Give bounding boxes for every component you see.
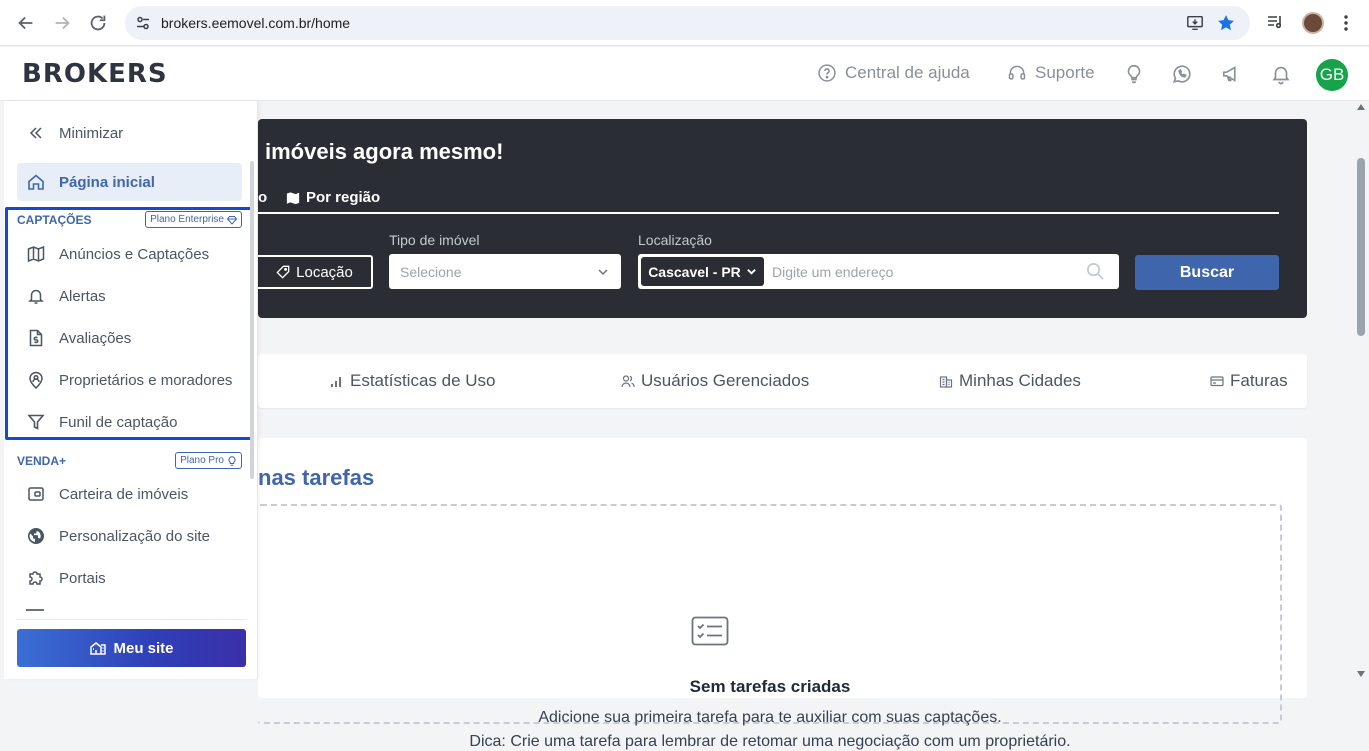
my-site-button[interactable]: Meu site [17,629,246,667]
my-site-label: Meu site [113,639,174,657]
help-center-link[interactable]: Central de ajuda [817,63,970,83]
site-settings-icon[interactable] [135,15,151,31]
sidebar-scrollbar[interactable] [250,161,254,479]
forward-icon[interactable] [51,12,73,34]
question-icon [818,64,836,82]
buildings-icon [939,376,953,388]
browser-profile-avatar[interactable] [1302,12,1324,34]
home-label: Página inicial [59,173,155,191]
support-label: Suporte [1035,63,1095,82]
sidebar: Minimizar Página inicial CAPTAÇÕES Plano… [4,101,258,679]
storefront-icon [90,642,107,655]
checklist-icon [691,616,729,646]
sidebar-item-home[interactable]: Página inicial [17,163,242,201]
minimize-label: Minimizar [59,124,124,142]
sidebar-item-label: Portais [59,569,106,587]
tasks-panel: nas tarefas Sem tarefas criadas Adicione… [258,438,1307,750]
bar-chart-icon [331,377,341,387]
tab-partial[interactable]: o [258,189,267,206]
tag-icon [276,265,290,279]
globe-icon [28,528,44,544]
property-type-label: Tipo de imóvel [389,232,480,248]
back-icon[interactable] [15,12,37,34]
captacoes-highlight-box [5,207,254,440]
rent-button-label: Locação [296,263,353,281]
page-scrollbar[interactable] [1353,101,1369,679]
puzzle-icon [29,571,43,585]
empty-tasks-tip: Dica: Crie uma tarefa para lembrar de re… [469,733,1071,750]
url-text[interactable]: brokers.eemovel.com.br/home [161,15,350,31]
install-app-icon[interactable] [1186,14,1204,32]
rent-button[interactable]: Locação [258,255,373,289]
account-stats-bar: Estatísticas de Uso Usuários Gerenciados… [258,354,1307,408]
support-link[interactable]: Suporte [1007,63,1095,83]
usage-stats-label: Estatísticas de Uso [350,371,496,390]
scroll-thumb[interactable] [1357,158,1365,336]
tasks-heading: nas tarefas [258,465,375,490]
section-venda-header: VENDA+ Plano Pro [17,452,242,470]
users-icon [621,375,635,388]
sidebar-item-portais[interactable]: Portais [17,559,242,597]
brokers-logo[interactable]: BROKERS [22,59,168,89]
my-cities-link[interactable]: Minhas Cidades [939,371,1081,391]
invoices-link[interactable]: Faturas [1210,371,1288,391]
sidebar-item-personalizacao[interactable]: Personalização do site [17,517,242,555]
whatsapp-icon[interactable] [1171,63,1193,85]
usage-stats-link[interactable]: Estatísticas de Uso [330,371,496,391]
map-icon [286,191,300,204]
hero-title: imóveis agora mesmo! [265,139,504,164]
tab-by-region[interactable]: Por região [286,189,380,206]
address-bar[interactable]: brokers.eemovel.com.br/home [125,6,1250,40]
chevron-down-icon [598,269,608,276]
card-icon [1210,376,1224,387]
headset-icon [1008,65,1026,80]
sidebar-minimize[interactable]: Minimizar [17,114,242,152]
scroll-up-arrow[interactable] [1357,104,1365,110]
double-chevron-left-icon [29,127,42,139]
tasks-empty-area: Sem tarefas criadas Adicione sua primeir… [258,504,1282,750]
scroll-down-arrow[interactable] [1357,671,1365,677]
help-center-label: Central de ajuda [845,63,970,82]
user-avatar[interactable]: GB [1316,59,1348,91]
search-hero: imóveis agora mesmo! o Por região Locaçã… [258,119,1307,318]
lightbulb-icon[interactable] [1123,63,1145,85]
browser-menu-icon[interactable] [1338,12,1354,34]
empty-tasks-description: Adicione sua primeira tarefa para te aux… [538,709,1002,726]
tabs-underline [258,212,1279,214]
media-control-icon[interactable] [1266,13,1284,31]
empty-tasks-title: Sem tarefas criadas [689,677,851,696]
sidebar-item-label: Personalização do site [59,527,210,545]
invoices-label: Faturas [1230,371,1288,390]
wallet-icon [28,487,44,501]
section-venda-title: VENDA+ [17,454,67,468]
my-cities-label: Minhas Cidades [959,371,1081,390]
sidebar-divider [17,619,246,620]
chevron-down-icon [746,269,756,275]
managed-users-link[interactable]: Usuários Gerenciados [621,371,809,391]
bookmark-star-icon[interactable] [1216,13,1236,33]
home-icon [28,174,44,190]
property-type-placeholder: Selecione [400,264,462,280]
search-icon[interactable] [1086,262,1105,281]
location-label: Localização [638,232,712,248]
location-field: Cascavel - PR Digite um endereço [638,254,1119,289]
sidebar-item-carteira[interactable]: Carteira de imóveis [17,475,242,513]
managed-users-label: Usuários Gerenciados [641,371,810,390]
plan-pro-label: Plano Pro [180,455,224,466]
address-input[interactable]: Digite um endereço [772,264,893,280]
tab-region-label: Por região [306,189,381,206]
notifications-bell-icon[interactable] [1270,63,1292,85]
sidebar-next-item-peek [26,609,44,611]
plan-pro-badge: Plano Pro [175,452,242,469]
lightbulb-icon [228,455,236,466]
sidebar-item-label: Carteira de imóveis [59,485,189,503]
app-header: BROKERS Central de ajuda Suporte GB [0,47,1369,101]
city-selector[interactable]: Cascavel - PR [641,257,764,286]
property-type-select[interactable]: Selecione [389,254,621,289]
reload-icon[interactable] [87,12,109,34]
megaphone-icon[interactable] [1221,63,1243,85]
browser-toolbar: brokers.eemovel.com.br/home [0,0,1369,46]
city-label: Cascavel - PR [648,263,741,280]
search-button[interactable]: Buscar [1135,255,1279,290]
